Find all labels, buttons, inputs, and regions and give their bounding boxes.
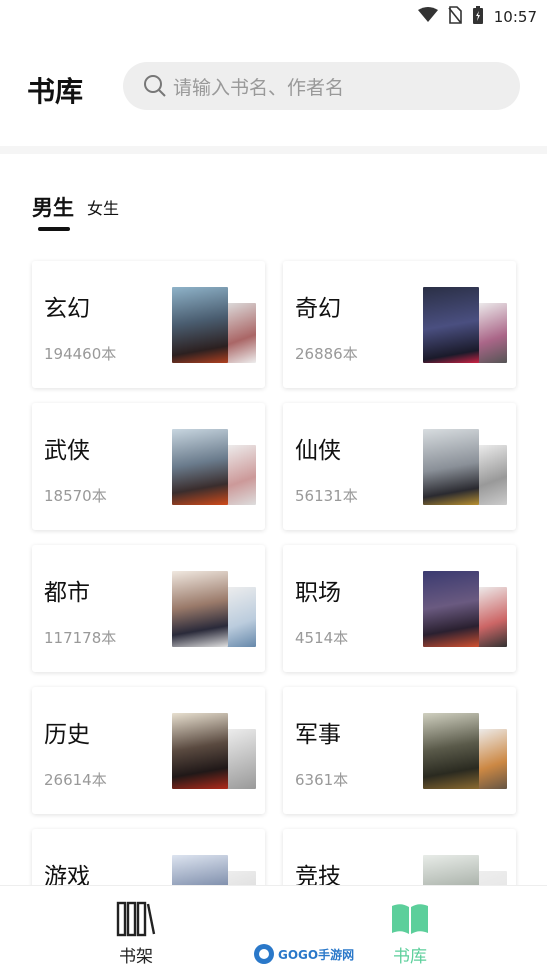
book-covers [172, 287, 256, 363]
category-count: 6361本 [295, 771, 349, 789]
category-card[interactable]: 历史 26614本 [32, 687, 265, 814]
category-name: 历史 [44, 722, 90, 748]
tab-male[interactable]: 男生 [32, 192, 74, 231]
book-covers [172, 713, 256, 789]
category-card[interactable]: 武侠 18570本 [32, 403, 265, 530]
category-card[interactable]: 仙侠 56131本 [283, 403, 516, 530]
book-cover [423, 287, 479, 363]
gender-tabs: 男生 女生 [32, 192, 119, 231]
battery-icon [472, 5, 484, 29]
book-cover [423, 713, 479, 789]
book-cover [423, 429, 479, 505]
category-name: 玄幻 [44, 296, 90, 322]
nav-bookshelf-label: 书架 [119, 947, 153, 967]
category-name: 武侠 [44, 438, 90, 464]
category-name: 奇幻 [295, 296, 341, 322]
tab-female-label: 女生 [87, 199, 120, 218]
gogo-logo-icon [254, 944, 274, 964]
watermark-text: GOGO手游网 [278, 947, 355, 962]
category-card[interactable]: 奇幻 26886本 [283, 261, 516, 388]
book-cover [475, 729, 507, 789]
book-covers [423, 429, 507, 505]
open-book-icon [392, 904, 428, 934]
search-input[interactable]: 请输入书名、作者名 [123, 62, 520, 110]
category-count: 4514本 [295, 629, 349, 647]
book-cover [423, 571, 479, 647]
status-icons: 10:57 [417, 5, 537, 29]
category-count: 18570本 [44, 487, 107, 505]
book-cover [475, 303, 507, 363]
section-divider [0, 146, 547, 154]
category-card[interactable]: 玄幻 194460本 [32, 261, 265, 388]
category-name: 军事 [295, 722, 341, 748]
no-sim-icon [448, 6, 462, 28]
category-count: 26886本 [295, 345, 358, 363]
category-count: 194460本 [44, 345, 117, 363]
category-card[interactable]: 职场 4514本 [283, 545, 516, 672]
search-placeholder: 请输入书名、作者名 [173, 76, 345, 99]
status-time: 10:57 [493, 8, 537, 26]
category-name: 仙侠 [295, 438, 341, 464]
category-count: 117178本 [44, 629, 117, 647]
category-name: 都市 [44, 580, 90, 606]
category-card[interactable]: 都市 117178本 [32, 545, 265, 672]
book-cover [224, 729, 256, 789]
book-cover [172, 429, 228, 505]
book-cover [224, 303, 256, 363]
nav-bookshelf[interactable]: 书架 [116, 900, 156, 967]
wifi-icon [417, 7, 438, 27]
active-tab-indicator [38, 227, 70, 231]
book-cover [224, 445, 256, 505]
book-cover [475, 587, 507, 647]
tab-female[interactable]: 女生 [87, 195, 119, 222]
page-title: 书库 [27, 75, 84, 108]
nav-library[interactable]: 书库 [390, 900, 430, 967]
book-cover [172, 713, 228, 789]
category-count: 26614本 [44, 771, 107, 789]
watermark: GOGO手游网 [253, 943, 354, 965]
bookshelf-icon [116, 901, 156, 937]
tab-male-label: 男生 [32, 196, 74, 220]
category-card[interactable]: 军事 6361本 [283, 687, 516, 814]
book-cover [172, 287, 228, 363]
header: 书库 请输入书名、作者名 [0, 34, 547, 146]
nav-library-label: 书库 [393, 947, 427, 967]
book-covers [423, 571, 507, 647]
category-count: 56131本 [295, 487, 358, 505]
book-covers [172, 429, 256, 505]
book-covers [172, 571, 256, 647]
book-cover [475, 445, 507, 505]
book-cover [224, 587, 256, 647]
book-covers [423, 287, 507, 363]
search-icon [144, 75, 166, 97]
book-cover [172, 571, 228, 647]
status-bar: 10:57 [0, 0, 547, 34]
book-covers [423, 713, 507, 789]
category-name: 职场 [295, 580, 341, 606]
